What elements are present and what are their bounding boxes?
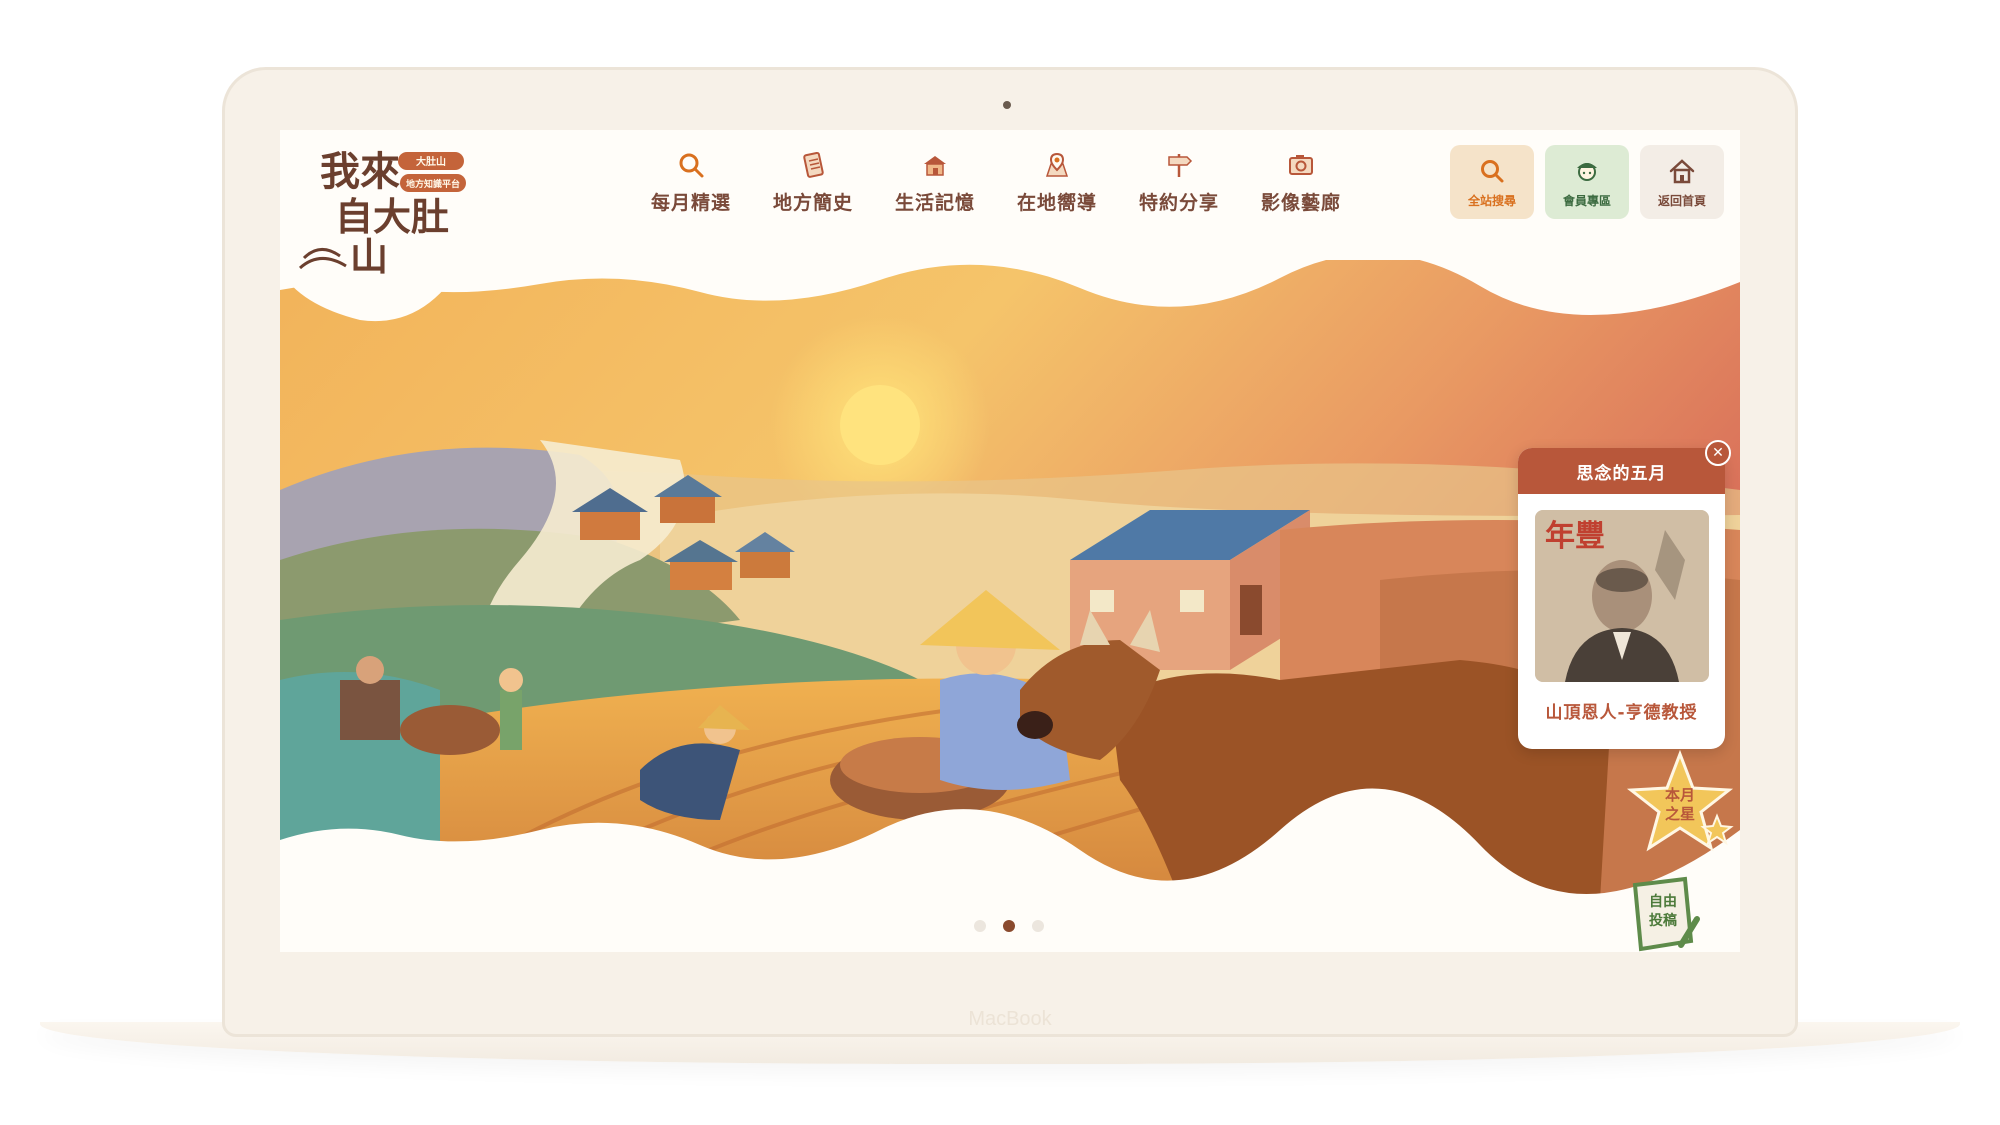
carousel-dot[interactable]: [974, 920, 986, 932]
nav-item-monthly-picks[interactable]: 每月精選: [630, 150, 752, 230]
home-label: 返回首頁: [1657, 193, 1706, 208]
popup-caption: 山頂恩人-亨德教授: [1545, 703, 1698, 723]
carousel-dots: [974, 920, 1044, 932]
site-search-label: 全站搜尋: [1467, 193, 1516, 208]
nav-item-image-gallery[interactable]: 影像藝廊: [1240, 150, 1362, 230]
popup-title: 思念的五月: [1518, 448, 1725, 494]
featured-popup[interactable]: 思念的五月 ✕ 年豐 山頂恩人-亨德教授: [1518, 440, 1731, 749]
nav-item-local-history[interactable]: 地方簡史: [752, 150, 874, 230]
member-avatar-icon: [1577, 162, 1597, 181]
carousel-dot-active[interactable]: [1003, 920, 1015, 932]
house-icon: [924, 156, 946, 176]
logo-badge-line1: 大肚山: [416, 155, 446, 168]
nav-label: 生活記憶: [894, 192, 975, 214]
scroll-icon: [803, 151, 824, 178]
submit-line2: 投稿: [1649, 912, 1677, 929]
logo-badge-line2: 地方知識平台: [406, 178, 460, 190]
close-icon[interactable]: ✕: [1705, 440, 1731, 466]
nav-label: 特約分享: [1138, 192, 1219, 214]
magnifier-icon: [679, 153, 704, 178]
nav-label: 影像藝廊: [1260, 192, 1341, 214]
nav-item-special-share[interactable]: 特約分享: [1118, 150, 1240, 230]
star-badge-line1: 本月: [1665, 786, 1695, 804]
nav-label: 在地嚮導: [1016, 192, 1097, 214]
featured-portrait-image[interactable]: 年豐: [1535, 510, 1709, 682]
camera-icon: [1003, 101, 1011, 109]
portrait-calligraphy: 年豐: [1545, 519, 1605, 554]
star-of-month-badge[interactable]: 本月 之星: [1625, 750, 1735, 860]
free-submission-badge[interactable]: 自由 投稿: [1625, 875, 1705, 952]
member-area-button[interactable]: 會員專區: [1545, 145, 1629, 219]
signpost-icon: [1168, 154, 1193, 177]
star-badge-line2: 之星: [1665, 805, 1695, 823]
svg-text:山: 山: [350, 235, 388, 279]
laptop-brand-label: MacBook: [968, 1008, 1052, 1030]
nav-item-local-guide[interactable]: 在地嚮導: [996, 150, 1118, 230]
map-pin-icon: [1045, 152, 1069, 177]
submit-line1: 自由: [1649, 893, 1677, 910]
site-search-button[interactable]: 全站搜尋: [1450, 145, 1534, 219]
home-icon: [1669, 158, 1695, 183]
search-icon: [1481, 159, 1504, 182]
nav-label: 地方簡史: [772, 192, 853, 214]
carousel-dot[interactable]: [1032, 920, 1044, 932]
svg-text:自大肚: 自大肚: [335, 195, 449, 239]
site-logo[interactable]: 我來 自大肚 山 大肚山 地方知識平台: [280, 130, 470, 330]
home-button[interactable]: 返回首頁: [1640, 145, 1724, 219]
member-area-label: 會員專區: [1562, 193, 1611, 208]
header-tools: 全站搜尋 會員專區 返回首頁: [1450, 145, 1724, 219]
svg-text:我來: 我來: [320, 149, 400, 195]
camera-icon: [1289, 155, 1313, 175]
nav-item-life-memories[interactable]: 生活記憶: [874, 150, 996, 230]
main-nav: 每月精選 地方簡史 生活記憶 在地嚮導 特約分享 影像藝廊: [630, 150, 1362, 230]
website-screen: 我來 自大肚 山 大肚山 地方知識平台 每月精選 地方簡史 生活記憶 在地嚮導 …: [280, 130, 1740, 952]
nav-label: 每月精選: [650, 192, 731, 214]
